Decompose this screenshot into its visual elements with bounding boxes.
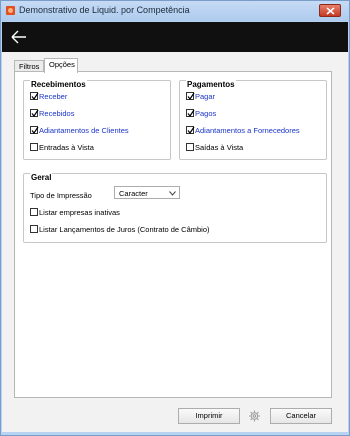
checkbox-label: Pagos <box>195 109 217 118</box>
checkbox-label: Adiantamentos de Clientes <box>39 126 129 135</box>
checkbox-box[interactable] <box>186 92 195 101</box>
pagamentos-group: Pagamentos Pagar Pagos Adiantamentos a F… <box>179 80 327 160</box>
tab-panel-opcoes: Recebimentos Receber Recebidos Adiantame… <box>14 71 332 398</box>
checkbox-box[interactable] <box>30 208 38 216</box>
cancelar-button[interactable]: Cancelar <box>270 408 332 424</box>
tipo-impressao-value: Caracter <box>119 189 148 198</box>
checkbox-label: Entradas à Vista <box>39 143 94 152</box>
checkbox-box[interactable] <box>186 143 194 151</box>
app-icon <box>6 6 15 15</box>
checkbox-label: Adiantamentos a Fornecedores <box>195 126 300 135</box>
checkbox-label: Listar empresas inativas <box>39 208 120 217</box>
checkbox-box[interactable] <box>30 126 39 135</box>
title-bar: Demonstrativo de Liquid. por Competência <box>1 1 349 21</box>
imprimir-button[interactable]: Imprimir <box>178 408 240 424</box>
checkbox-box[interactable] <box>30 92 39 101</box>
geral-title: Geral <box>30 173 53 182</box>
checkbox-box[interactable] <box>30 143 38 151</box>
pagamentos-title: Pagamentos <box>186 80 236 89</box>
dialog-footer: Imprimir Cancelar <box>2 402 348 432</box>
close-icon <box>326 7 335 15</box>
tipo-impressao-label: Tipo de Impressão <box>30 191 92 200</box>
checkbox-box[interactable] <box>30 109 39 118</box>
checkbox-label: Pagar <box>195 92 216 101</box>
header-bar <box>2 22 348 52</box>
recebimentos-title: Recebimentos <box>30 80 87 89</box>
tab-opcoes[interactable]: Opções <box>44 58 78 73</box>
settings-button[interactable] <box>247 408 262 424</box>
checkbox-box[interactable] <box>186 126 195 135</box>
geral-group: Geral Tipo de Impressão Caracter Listar … <box>23 173 327 243</box>
checkbox-label: Saídas à Vista <box>195 143 244 152</box>
checkbox-label: Receber <box>39 92 68 101</box>
close-button[interactable] <box>319 4 341 17</box>
checkbox-box[interactable] <box>186 109 195 118</box>
checkbox-box[interactable] <box>30 225 38 233</box>
app-window: Demonstrativo de Liquid. por Competência… <box>0 0 350 436</box>
gear-icon <box>249 410 260 422</box>
checkbox-label: Recebidos <box>39 109 75 118</box>
checkbox-label: Listar Lançamentos de Juros (Contrato de… <box>39 225 210 234</box>
chevron-down-icon <box>169 191 176 196</box>
dialog-content: Filtros Opções Recebimentos Receber Rece… <box>2 52 348 432</box>
recebimentos-group: Recebimentos Receber Recebidos Adiantame… <box>23 80 171 160</box>
tipo-impressao-select[interactable]: Caracter <box>114 186 180 199</box>
back-button[interactable] <box>10 28 28 46</box>
arrow-left-icon <box>11 30 26 44</box>
window-title: Demonstrativo de Liquid. por Competência <box>19 5 190 15</box>
